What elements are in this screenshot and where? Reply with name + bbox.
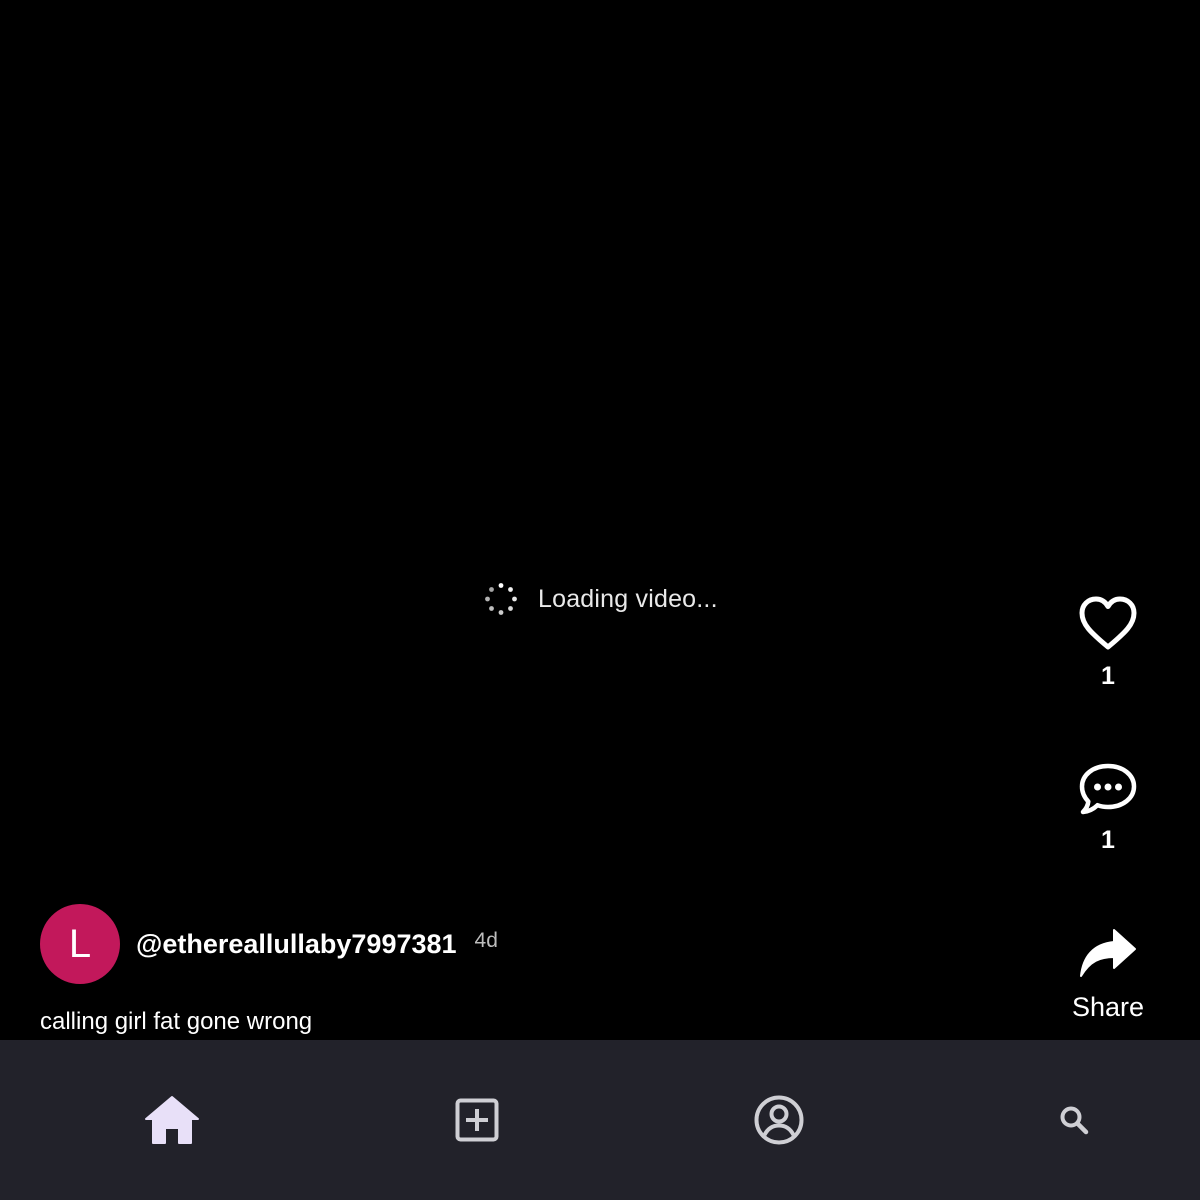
post-time: 4d — [474, 929, 498, 952]
spinner-icon — [485, 583, 517, 615]
add-box-icon — [455, 1098, 499, 1142]
nav-home-button[interactable] — [132, 1080, 212, 1160]
app-screen: Loading video... 1 1 Share L @ethereallu… — [0, 0, 1200, 1200]
username[interactable]: @ethereallullaby7997381 — [136, 929, 457, 960]
share-label: Share — [1071, 992, 1145, 1022]
share-button[interactable]: Share — [1048, 926, 1168, 1023]
like-button[interactable]: 1 — [1048, 596, 1168, 691]
comment-icon — [1079, 763, 1137, 815]
bottom-navigation — [0, 1040, 1200, 1200]
nav-profile-button[interactable] — [739, 1080, 819, 1160]
heart-icon — [1079, 596, 1137, 650]
home-icon — [145, 1096, 199, 1144]
avatar-initial: L — [68, 921, 92, 966]
loading-text: Loading video... — [538, 584, 718, 613]
share-icon — [1080, 929, 1136, 977]
nav-create-button[interactable] — [437, 1080, 517, 1160]
profile-icon — [754, 1095, 804, 1145]
comment-count: 1 — [1101, 826, 1115, 854]
post-caption: calling girl fat gone wrong — [40, 1008, 313, 1035]
avatar[interactable]: L — [40, 904, 120, 984]
loading-indicator: Loading video... — [484, 582, 718, 616]
like-count: 1 — [1101, 662, 1115, 690]
nav-search-button[interactable] — [1034, 1080, 1114, 1160]
post-author: L @ethereallullaby7997381 4d — [40, 904, 498, 984]
search-icon — [1060, 1106, 1089, 1135]
comment-button[interactable]: 1 — [1048, 762, 1168, 855]
video-player[interactable]: Loading video... — [0, 0, 1200, 1040]
